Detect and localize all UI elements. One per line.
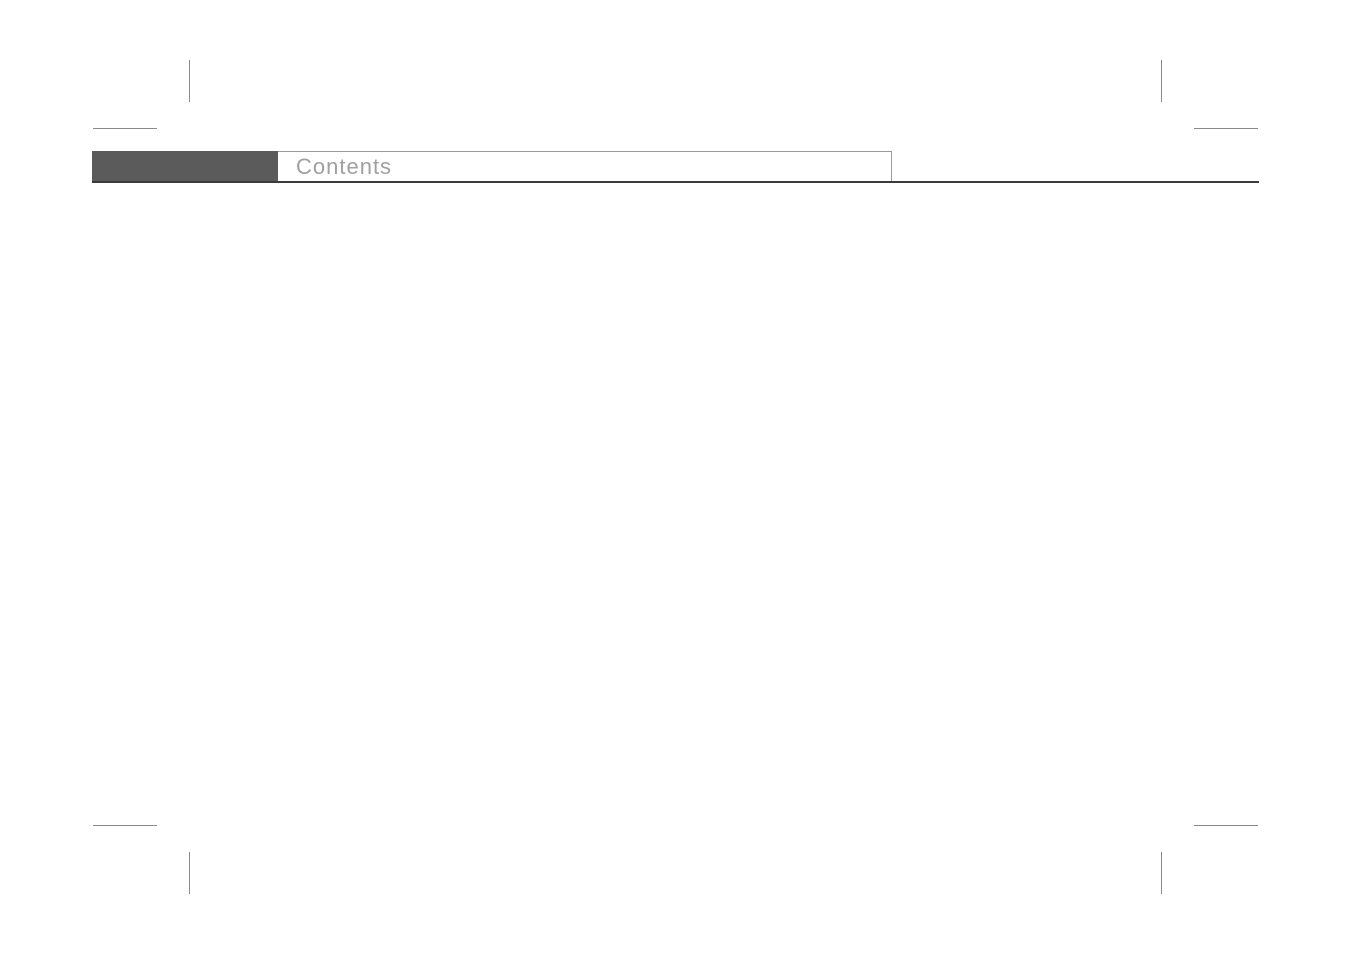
crop-mark: [93, 825, 157, 826]
crop-mark: [1194, 825, 1258, 826]
crop-mark: [1194, 128, 1258, 129]
crop-mark: [189, 852, 190, 894]
crop-mark: [1161, 60, 1162, 102]
header-title-box: Contents: [278, 151, 892, 181]
crop-mark: [1161, 852, 1162, 894]
page-title: Contents: [296, 154, 392, 180]
document-page: Contents: [0, 0, 1351, 954]
crop-mark: [189, 60, 190, 102]
page-header: Contents: [92, 151, 1259, 183]
header-tab-block: [92, 151, 278, 181]
crop-mark: [93, 128, 157, 129]
